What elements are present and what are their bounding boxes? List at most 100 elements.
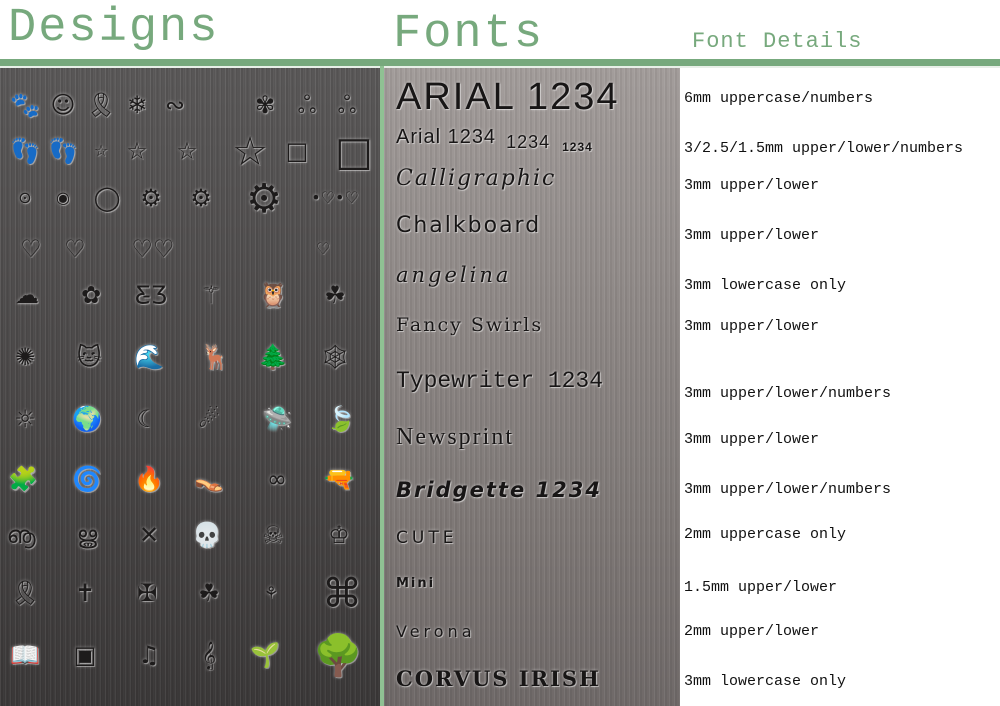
flame-icon: 🔥 — [134, 465, 164, 493]
tiny-circle-icon: ⊙ — [18, 188, 32, 207]
large-gear-icon: ⚙ — [246, 176, 282, 222]
small-circle-icon: ◉ — [56, 188, 70, 207]
butterfly-icon: Ƹ̵Ʒ — [135, 281, 167, 309]
font-sample-chalkboard: Chalkboard — [396, 213, 542, 238]
awareness-ribbon-icon: 🎗 — [85, 91, 117, 119]
flower-icon: ✿ — [80, 281, 102, 309]
font-sample-arial-small: Arial 1234 1234 1234 — [396, 126, 593, 154]
atom-flower-icon: ✾ — [254, 91, 276, 119]
tiny-star-icon: ☆ — [93, 141, 109, 160]
font-sample-corvus-irish: CORVUS IRISH — [396, 666, 601, 691]
font-sample-cute: CUTE — [396, 528, 458, 548]
dragonfly-icon: ⚚ — [200, 281, 222, 309]
large-square-icon: □ — [335, 129, 373, 175]
font-sample-newsprint: Newsprint — [396, 424, 514, 450]
greek-key-icon: ▣ — [73, 641, 97, 669]
small-tree-icon: 🌱 — [250, 641, 280, 669]
sun-icon: ☼ — [14, 405, 36, 433]
swirl-heart-icon: ♡ — [64, 235, 86, 263]
cat-face-icon: 🐱 — [76, 343, 102, 371]
small-star-icon: ☆ — [126, 137, 148, 165]
medium-gear-icon: ⚙ — [190, 184, 212, 212]
small-heart-icon: ♡ — [315, 239, 331, 258]
triquetra-icon: ☘ — [198, 579, 220, 607]
font-sample-arial-1-5mm: 1234 — [562, 140, 593, 154]
font-detail-cute: 2mm uppercase only — [684, 526, 847, 543]
medium-star-icon: ☆ — [176, 137, 198, 165]
font-sample-calligraphic: Calligraphic — [396, 166, 557, 191]
font-sample-arial-6mm: ARIAL 1234 — [396, 76, 620, 118]
small-triskele-icon: ஃ — [297, 91, 317, 119]
font-detail-mini: 1.5mm upper/lower — [684, 579, 838, 596]
leaf-icon: 🍃 — [326, 405, 356, 433]
cross-icon: ✝ — [74, 579, 96, 607]
crescent-moon-icon: ☾ — [136, 405, 158, 433]
designs-heading: Designs — [8, 2, 220, 55]
celtic-knot-icon: ⌘ — [322, 571, 362, 617]
fireworks-icon: ✺ — [14, 343, 36, 371]
spiral-icon: 🌀 — [72, 465, 102, 493]
font-sample-verona: Verona — [396, 622, 476, 641]
font-sample-angelina: angelina — [396, 263, 512, 287]
font-sample-typewriter: Typewriter 1234 — [396, 368, 604, 394]
small-gear-icon: ⚙ — [140, 184, 162, 212]
four-leaf-clover-icon: ☘ — [324, 281, 346, 309]
skull-icon: 💀 — [192, 521, 222, 549]
fonts-stamp-plate: ARIAL 1234 Arial 1234 1234 1234 Calligraph… — [384, 68, 680, 706]
header-divider — [0, 59, 1000, 66]
shooting-star-icon: ☄ — [198, 405, 220, 433]
heart-chain-icon: •♡•♡ — [311, 188, 359, 207]
font-detail-chalkboard: 3mm upper/lower — [684, 227, 820, 244]
small-square-icon: □ — [285, 137, 309, 165]
crown-icon: ♔ — [328, 521, 350, 549]
small-triquetra-icon: ⚘ — [263, 583, 279, 602]
paw-print-icon: 🐾 — [10, 91, 40, 119]
font-details-heading: Font Details — [692, 29, 863, 54]
font-sample-mini: Mini — [396, 576, 436, 591]
spider-web-icon: 🕸 — [319, 343, 351, 371]
designs-stamp-plate: 🐾 ☺ 🎗 ❄ ∾ ✾ ஃ ஃ 👣 👣 ☆ ☆ ☆ ☆ □ □ ⊙ ◉ ◯ ⚙ ⚙ ⚙ •♡•♡ ♡ ♡ ♡♡ ♡ ☁ ✿ Ƹ̵Ʒ ⚚ 🦉 ☘ ✺… — [0, 68, 380, 706]
fonts-heading: Fonts — [393, 8, 545, 61]
music-notes-icon: ♫ — [138, 641, 160, 669]
font-detail-typewriter: 3mm upper/lower/numbers — [684, 385, 892, 402]
earth-globe-icon: 🌍 — [72, 405, 102, 433]
large-tree-icon: 🌳 — [313, 633, 363, 679]
font-detail-arial-6mm: 6mm uppercase/numbers — [684, 90, 874, 107]
treble-clef-icon: 𝄞 — [201, 641, 217, 669]
font-sample-bridgette: Bridgette 1234 — [396, 478, 602, 502]
swirl-icon: ∾ — [164, 91, 186, 119]
ribbon-icon: 🎗 — [9, 579, 41, 607]
open-book-icon: 📖 — [10, 641, 40, 669]
crossbones-icon: ✕ — [138, 521, 160, 549]
font-detail-arial-small: 3/2.5/1.5mm upper/lower/numbers — [684, 140, 964, 157]
celtic-cross-icon: ✠ — [136, 579, 158, 607]
swirl-cloud-icon: ൡ — [6, 521, 36, 549]
font-sample-arial-2-5mm: 1234 — [506, 132, 551, 152]
left-foot-icon: 👣 — [10, 137, 40, 165]
font-detail-newsprint: 3mm upper/lower — [684, 431, 820, 448]
revolver-icon: 🔫 — [324, 465, 354, 493]
font-detail-fancy-swirls: 3mm upper/lower — [684, 318, 820, 335]
flip-flops-icon: 👡 — [194, 465, 224, 493]
smiley-face-icon: ☺ — [50, 91, 76, 119]
font-sample-arial-3mm: Arial 1234 — [396, 126, 497, 148]
ufo-icon: 🛸 — [262, 405, 292, 433]
font-detail-corvus-irish: 3mm lowercase only — [684, 673, 847, 690]
pine-tree-icon: 🌲 — [258, 343, 288, 371]
owl-icon: 🦉 — [258, 281, 288, 309]
font-detail-calligraphic: 3mm upper/lower — [684, 177, 820, 194]
double-heart-icon: ♡♡ — [131, 235, 175, 263]
font-detail-bridgette: 3mm upper/lower/numbers — [684, 481, 892, 498]
right-foot-icon: 👣 — [48, 137, 78, 165]
skull-and-crossbones-icon: ☠ — [262, 521, 284, 549]
heart-icon: ♡ — [20, 235, 42, 263]
moose-icon: 🦌 — [200, 343, 230, 371]
swirl-vine-icon: ൠ — [76, 521, 98, 549]
font-detail-verona: 2mm upper/lower — [684, 623, 820, 640]
puzzle-piece-icon: 🧩 — [8, 465, 38, 493]
cloud-icon: ☁ — [15, 281, 39, 309]
snowflake-icon: ❄ — [126, 91, 148, 119]
wave-icon: 🌊 — [134, 343, 164, 371]
font-sample-fancy-swirls: Fancy Swirls — [396, 314, 544, 336]
font-detail-angelina: 3mm lowercase only — [684, 277, 847, 294]
